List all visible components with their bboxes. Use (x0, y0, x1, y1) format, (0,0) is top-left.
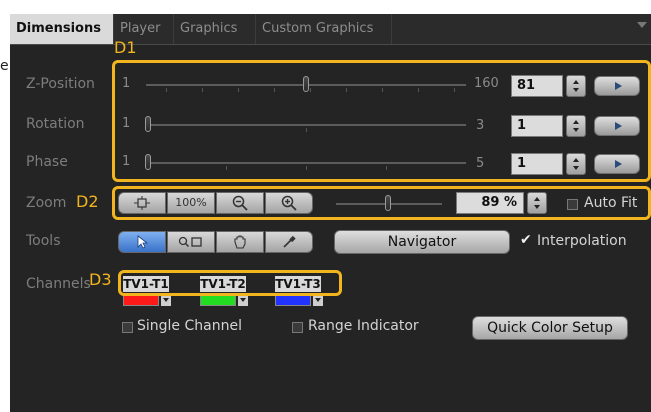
annotation-box-d1 (112, 60, 651, 182)
single-channel-label: Single Channel (137, 318, 242, 334)
pan-tool-button[interactable] (216, 231, 264, 253)
rotation-label: Rotation (26, 116, 85, 132)
annotation-box-d3 (118, 270, 342, 296)
z-position-label: Z-Position (26, 76, 95, 92)
zoom-label: Zoom (26, 195, 67, 211)
dimensions-panel: Dimensions Player Graphics Custom Graphi… (10, 14, 651, 412)
arrow-pointer-icon (137, 235, 149, 249)
pointer-tool-button[interactable] (118, 231, 166, 253)
range-indicator-label: Range Indicator (308, 318, 419, 334)
tab-dimensions[interactable]: Dimensions (10, 14, 114, 44)
interpolation-checkbox[interactable]: ✔ (520, 232, 532, 248)
zoom-rect-tool-button[interactable] (167, 231, 215, 253)
edge-text: e (0, 58, 9, 74)
annotation-d2: D2 (76, 192, 99, 211)
interpolation-label: Interpolation (537, 233, 627, 249)
single-channel-checkbox[interactable] (122, 322, 133, 333)
tab-bar: Dimensions Player Graphics Custom Graphi… (10, 14, 651, 45)
quick-color-setup-button[interactable]: Quick Color Setup (472, 316, 628, 340)
tools-label: Tools (26, 233, 61, 249)
annotation-box-d2 (112, 186, 651, 220)
annotation-d3: D3 (89, 270, 112, 289)
zoom-rect-icon (178, 236, 202, 248)
hand-pan-icon (234, 235, 246, 249)
range-indicator-checkbox[interactable] (292, 322, 303, 333)
tab-overflow-chevron-icon[interactable] (637, 22, 647, 28)
phase-label: Phase (26, 154, 68, 170)
annotation-d1: D1 (114, 38, 137, 57)
eyedropper-icon (283, 235, 296, 248)
navigator-button[interactable]: Navigator (334, 230, 510, 254)
tab-graphics[interactable]: Graphics (174, 14, 256, 44)
channels-label: Channels (26, 276, 91, 292)
tab-custom-graphics[interactable]: Custom Graphics (256, 14, 392, 44)
eyedropper-tool-button[interactable] (265, 231, 313, 253)
